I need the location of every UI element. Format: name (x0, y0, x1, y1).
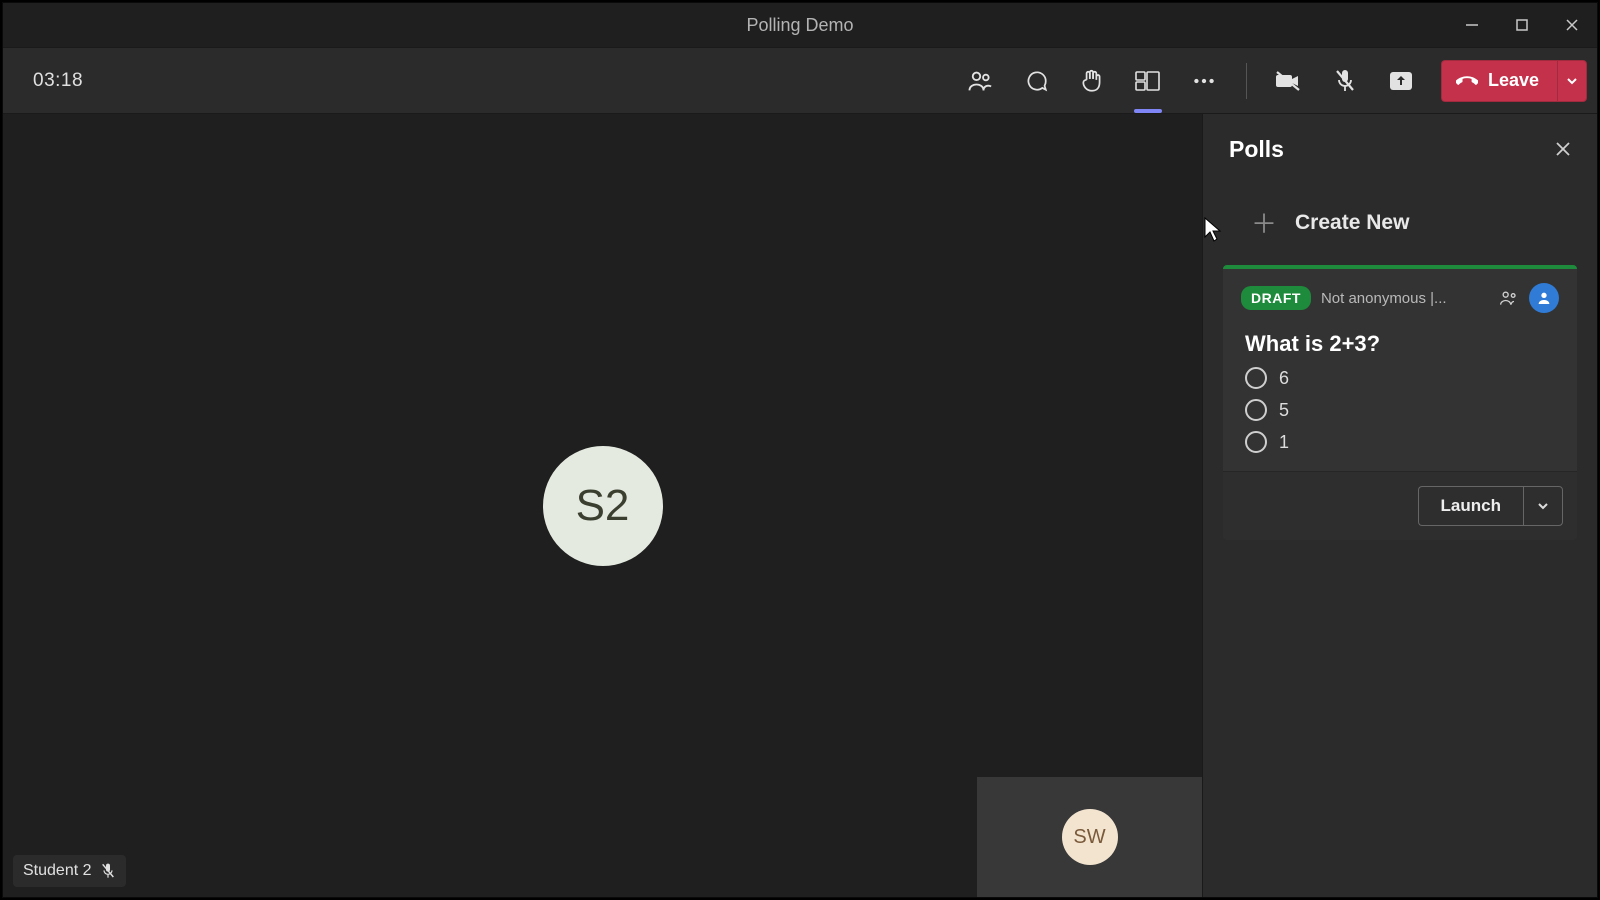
camera-toggle-button[interactable] (1261, 56, 1317, 106)
radio-icon (1245, 367, 1267, 389)
chat-button[interactable] (1008, 56, 1064, 106)
window-minimize-button[interactable] (1447, 3, 1497, 47)
poll-question: What is 2+3? (1223, 313, 1577, 363)
leave-options-button[interactable] (1557, 60, 1587, 102)
chevron-down-icon (1565, 74, 1579, 88)
poll-status-badge: DRAFT (1241, 286, 1311, 310)
poll-option-label: 5 (1279, 400, 1289, 421)
person-icon (1536, 290, 1552, 306)
launch-label: Launch (1441, 496, 1501, 516)
panel-title: Polls (1229, 136, 1284, 163)
create-new-poll-button[interactable]: ＋ Create New (1203, 194, 1597, 251)
respondents-icon (1499, 289, 1519, 307)
rooms-button[interactable] (1120, 56, 1176, 106)
participant-name-pill: Student 2 (13, 855, 126, 887)
rooms-icon (1134, 68, 1162, 94)
poll-card: DRAFT Not anonymous |... What is 2+ (1223, 265, 1577, 540)
window-maximize-button[interactable] (1497, 3, 1547, 47)
close-icon (1554, 140, 1572, 158)
window-close-button[interactable] (1547, 3, 1597, 47)
launch-options-button[interactable] (1523, 486, 1563, 526)
participant-avatar: S2 (543, 446, 663, 566)
raise-hand-icon (1079, 68, 1105, 94)
poll-option[interactable]: 1 (1245, 431, 1555, 453)
polls-panel: Polls ＋ Create New DRAFT Not anonymous |… (1202, 114, 1597, 897)
reactions-button[interactable] (1064, 56, 1120, 106)
chevron-down-icon (1536, 499, 1550, 513)
call-timer: 03:18 (33, 70, 83, 92)
camera-off-icon (1275, 68, 1303, 94)
poll-option[interactable]: 6 (1245, 367, 1555, 389)
create-new-label: Create New (1295, 211, 1409, 235)
poll-author-avatar (1529, 283, 1559, 313)
leave-button[interactable]: Leave (1441, 60, 1557, 102)
hangup-icon (1456, 70, 1478, 92)
radio-icon (1245, 399, 1267, 421)
participant-name: Student 2 (23, 862, 92, 880)
mic-muted-icon (100, 862, 116, 880)
launch-poll-button[interactable]: Launch (1418, 486, 1523, 526)
window-title: Polling Demo (746, 15, 853, 36)
share-button[interactable] (1373, 56, 1429, 106)
people-icon (966, 67, 994, 95)
video-stage: S2 Student 2 SW (3, 114, 1202, 897)
share-screen-icon (1388, 69, 1414, 93)
radio-icon (1245, 431, 1267, 453)
chat-icon (1023, 68, 1049, 94)
participants-button[interactable] (952, 56, 1008, 106)
self-avatar-initials: SW (1073, 826, 1105, 849)
participant-avatar-initials: S2 (576, 481, 630, 531)
leave-label: Leave (1488, 70, 1539, 91)
panel-close-button[interactable] (1549, 135, 1577, 163)
poll-option-label: 1 (1279, 432, 1289, 453)
mic-off-icon (1333, 68, 1357, 94)
more-icon (1191, 68, 1217, 94)
titlebar: Polling Demo (3, 3, 1597, 47)
plus-icon: ＋ (1251, 204, 1277, 241)
poll-meta-text: Not anonymous |... (1321, 290, 1489, 307)
more-actions-button[interactable] (1176, 56, 1232, 106)
self-video-tile[interactable]: SW (977, 777, 1202, 897)
microphone-toggle-button[interactable] (1317, 56, 1373, 106)
meeting-toolbar: 03:18 (3, 47, 1597, 114)
poll-option[interactable]: 5 (1245, 399, 1555, 421)
toolbar-separator (1246, 63, 1247, 99)
poll-option-label: 6 (1279, 368, 1289, 389)
self-avatar: SW (1062, 809, 1118, 865)
